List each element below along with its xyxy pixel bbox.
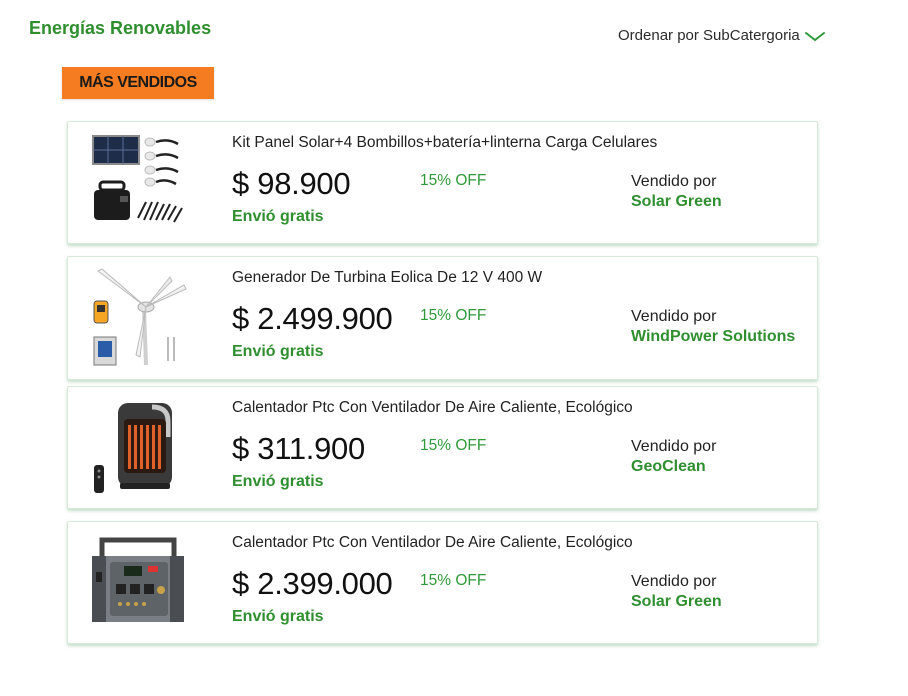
free-shipping-label: Envió gratis [232,608,324,625]
discount-label: 15% OFF [420,572,487,589]
discount-label: 15% OFF [420,307,487,324]
free-shipping-label: Envió gratis [232,343,324,360]
sold-by-label: Vendido por [631,573,717,590]
seller-name[interactable]: GeoClean [631,458,706,476]
free-shipping-label: Envió gratis [232,473,324,490]
product-list: Kit Panel Solar+4 Bombillos+batería+lint… [67,121,818,656]
product-price: $ 2.499.900 [232,301,393,336]
seller-name[interactable]: Solar Green [631,193,722,211]
sold-by-label: Vendido por [631,308,717,325]
sort-label: Ordenar por SubCatergoria [618,27,800,44]
product-title[interactable]: Calentador Ptc Con Ventilador De Aire Ca… [232,399,633,417]
best-sellers-badge: MÁS VENDIDOS [62,67,214,99]
product-price: $ 311.900 [232,431,365,466]
product-card[interactable]: Kit Panel Solar+4 Bombillos+batería+lint… [67,121,818,244]
free-shipping-label: Envió gratis [232,208,324,225]
product-title[interactable]: Calentador Ptc Con Ventilador De Aire Ca… [232,534,633,552]
product-price: $ 98.900 [232,166,351,201]
solar-kit-image [92,135,183,223]
product-title[interactable]: Kit Panel Solar+4 Bombillos+batería+lint… [232,134,657,152]
sold-by-label: Vendido por [631,438,717,455]
sort-dropdown[interactable]: Ordenar por SubCatergoria [618,27,826,44]
product-card[interactable]: Generador De Turbina Eolica De 12 V 400 … [67,256,818,380]
discount-label: 15% OFF [420,172,487,189]
sold-by-label: Vendido por [631,173,717,190]
page-title: Energías Renovables [29,18,212,38]
seller-name[interactable]: Solar Green [631,593,722,611]
heater-image [94,403,172,493]
wind-turbine-image [93,268,187,366]
chevron-down-icon [804,32,825,42]
product-title[interactable]: Generador De Turbina Eolica De 12 V 400 … [232,269,542,287]
discount-label: 15% OFF [420,437,487,454]
product-card[interactable]: Calentador Ptc Con Ventilador De Aire Ca… [67,521,818,644]
seller-name[interactable]: WindPower Solutions [631,328,795,346]
power-station-image [92,537,184,622]
product-card[interactable]: Calentador Ptc Con Ventilador De Aire Ca… [67,386,818,509]
badge-label: MÁS VENDIDOS [79,74,197,91]
product-price: $ 2.399.000 [232,566,393,601]
